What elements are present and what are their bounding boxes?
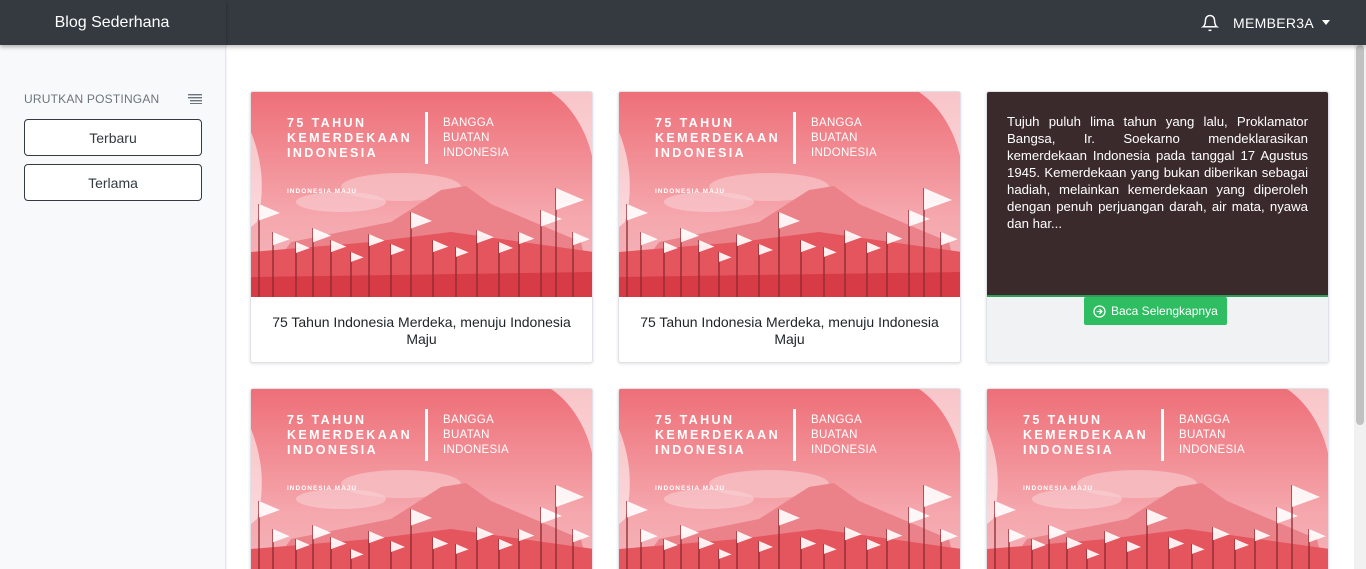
banner-tagline: BANGGA BUATAN INDONESIA xyxy=(443,117,509,159)
scrollbar-thumb[interactable] xyxy=(1356,45,1364,425)
post-card[interactable]: 75 TAHUN KEMERDEKAAN INDONESIA BANGGA BU… xyxy=(618,388,961,569)
post-thumbnail: 75 TAHUN KEMERDEKAAN INDONESIA BANGGA BU… xyxy=(619,92,960,297)
post-card[interactable]: 75 TAHUN KEMERDEKAAN INDONESIA BANGGA BU… xyxy=(250,91,593,363)
sort-oldest-button[interactable]: Terlama xyxy=(24,164,202,201)
banner-heading: 75 TAHUN KEMERDEKAAN INDONESIA xyxy=(655,413,781,457)
banner-tagline: BANGGA BUATAN INDONESIA xyxy=(443,414,509,456)
post-thumbnail: 75 TAHUN KEMERDEKAAN INDONESIA BANGGA BU… xyxy=(987,389,1328,569)
arrow-right-circle-icon xyxy=(1093,304,1106,318)
sidebar: URUTKAN POSTINGAN Terbaru Terlama xyxy=(0,45,226,569)
post-card[interactable]: 75 TAHUN KEMERDEKAAN INDONESIA BANGGA BU… xyxy=(250,388,593,569)
read-more-label: Baca Selengkapnya xyxy=(1111,304,1218,318)
banner-tag: INDONESIA MAJU xyxy=(655,188,726,195)
sort-newest-button[interactable]: Terbaru xyxy=(24,119,202,156)
main-content: 75 TAHUN KEMERDEKAAN INDONESIA BANGGA BU… xyxy=(227,45,1354,569)
post-thumbnail: 75 TAHUN KEMERDEKAAN INDONESIA BANGGA BU… xyxy=(251,92,592,297)
post-card[interactable]: 75 TAHUN KEMERDEKAAN INDONESIA BANGGA BU… xyxy=(618,91,961,363)
banner-tag: INDONESIA MAJU xyxy=(1023,485,1094,492)
post-card[interactable]: 75 TAHUN KEMERDEKAAN INDONESIA BANGGA BU… xyxy=(986,388,1329,569)
banner-divider xyxy=(793,112,796,164)
bell-icon[interactable] xyxy=(1201,14,1220,32)
sort-title: URUTKAN POSTINGAN xyxy=(24,92,160,106)
brand-name: Blog Sederhana xyxy=(54,13,170,31)
post-card-hover[interactable]: Tujuh puluh lima tahun yang lalu, Prokla… xyxy=(986,91,1329,363)
post-excerpt: Tujuh puluh lima tahun yang lalu, Prokla… xyxy=(987,92,1328,297)
banner-divider xyxy=(425,112,428,164)
banner-tag: INDONESIA MAJU xyxy=(287,485,358,492)
banner-tag: INDONESIA MAJU xyxy=(287,188,358,195)
banner-heading: 75 TAHUN KEMERDEKAAN INDONESIA xyxy=(287,116,413,160)
post-thumbnail: 75 TAHUN KEMERDEKAAN INDONESIA BANGGA BU… xyxy=(251,389,592,569)
banner-tag: INDONESIA MAJU xyxy=(655,485,726,492)
brand-logo[interactable]: Blog Sederhana xyxy=(0,0,226,45)
user-menu[interactable]: MEMBER3A xyxy=(1233,15,1330,31)
banner-tagline: BANGGA BUATAN INDONESIA xyxy=(811,117,877,159)
user-name: MEMBER3A xyxy=(1233,14,1314,31)
chevron-down-icon xyxy=(1322,20,1330,25)
banner-tagline: BANGGA BUATAN INDONESIA xyxy=(1179,414,1245,456)
banner-heading: 75 TAHUN KEMERDEKAAN INDONESIA xyxy=(1023,413,1149,457)
banner-tagline: BANGGA BUATAN INDONESIA xyxy=(811,414,877,456)
banner-heading: 75 TAHUN KEMERDEKAAN INDONESIA xyxy=(655,116,781,160)
sort-header: URUTKAN POSTINGAN xyxy=(24,92,202,106)
banner-divider xyxy=(793,409,796,461)
post-title[interactable]: 75 Tahun Indonesia Merdeka, menuju Indon… xyxy=(251,297,592,362)
post-thumbnail: 75 TAHUN KEMERDEKAAN INDONESIA BANGGA BU… xyxy=(619,389,960,569)
banner-divider xyxy=(1161,409,1164,461)
read-more-button[interactable]: Baca Selengkapnya xyxy=(1084,297,1227,325)
sort-icon xyxy=(188,94,202,104)
top-navbar: MEMBER3A xyxy=(226,0,1366,45)
banner-heading: 75 TAHUN KEMERDEKAAN INDONESIA xyxy=(287,413,413,457)
post-title[interactable]: 75 Tahun Indonesia Merdeka, menuju Indon… xyxy=(619,297,960,362)
banner-divider xyxy=(425,409,428,461)
